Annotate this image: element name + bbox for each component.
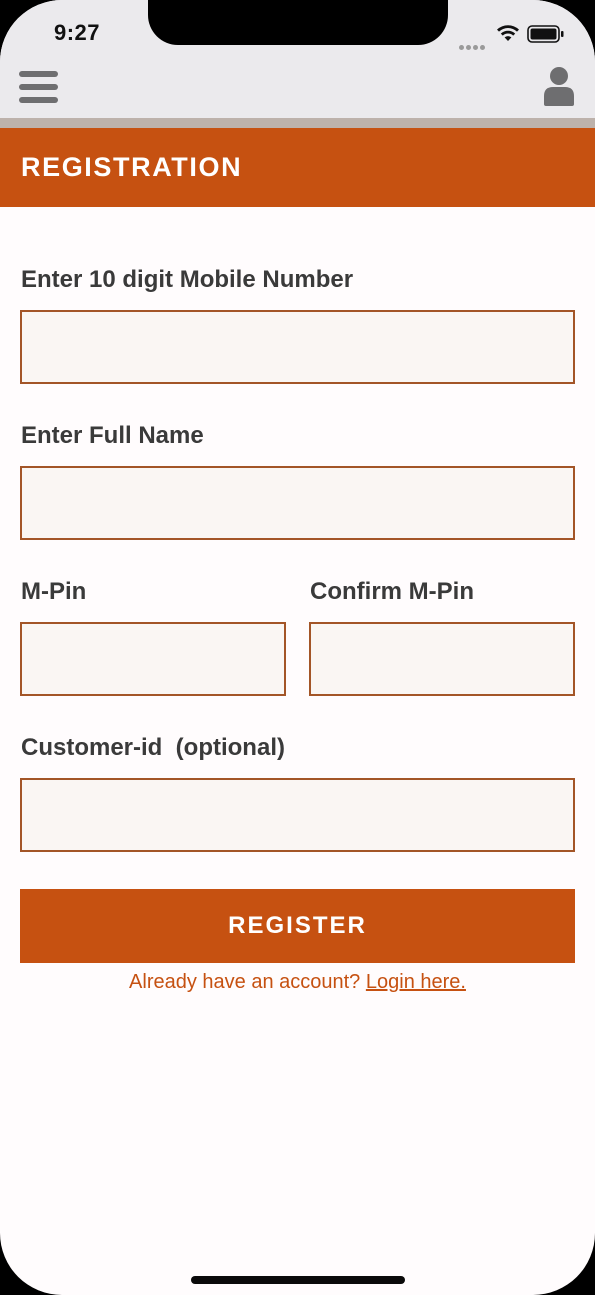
customer-id-input[interactable] [20,778,575,852]
register-button[interactable]: REGISTER [20,889,575,963]
mpin-input[interactable] [20,622,286,696]
page-title: REGISTRATION [21,152,243,182]
page-header: REGISTRATION [0,128,595,207]
mpin-label: M-Pin [21,578,87,605]
hamburger-menu-icon[interactable] [19,68,59,104]
home-indicator [191,1276,405,1284]
login-link[interactable]: Login here. [366,971,466,993]
user-profile-icon[interactable] [542,66,576,106]
status-bar: 9:27 [0,0,595,58]
nav-divider [0,118,595,128]
cellular-signal-icon [459,37,487,55]
full-name-label: Enter Full Name [21,422,204,449]
nav-bar [0,58,595,118]
confirm-mpin-label: Confirm M-Pin [310,578,474,605]
mobile-number-input[interactable] [20,310,575,384]
customer-id-label: Customer-id (optional) [21,734,285,761]
wifi-icon [497,25,519,41]
full-name-input[interactable] [20,466,575,540]
login-prompt-text: Already have an account? [129,971,361,993]
mobile-number-label: Enter 10 digit Mobile Number [21,266,354,293]
notch [148,0,448,45]
login-prompt: Already have an account? Login here. [0,971,595,994]
battery-icon [527,25,564,43]
phone-screen: 9:27 REGISTRATION Enter 10 digit Mobile … [0,0,595,1295]
confirm-mpin-input[interactable] [309,622,575,696]
status-time: 9:27 [54,20,101,45]
